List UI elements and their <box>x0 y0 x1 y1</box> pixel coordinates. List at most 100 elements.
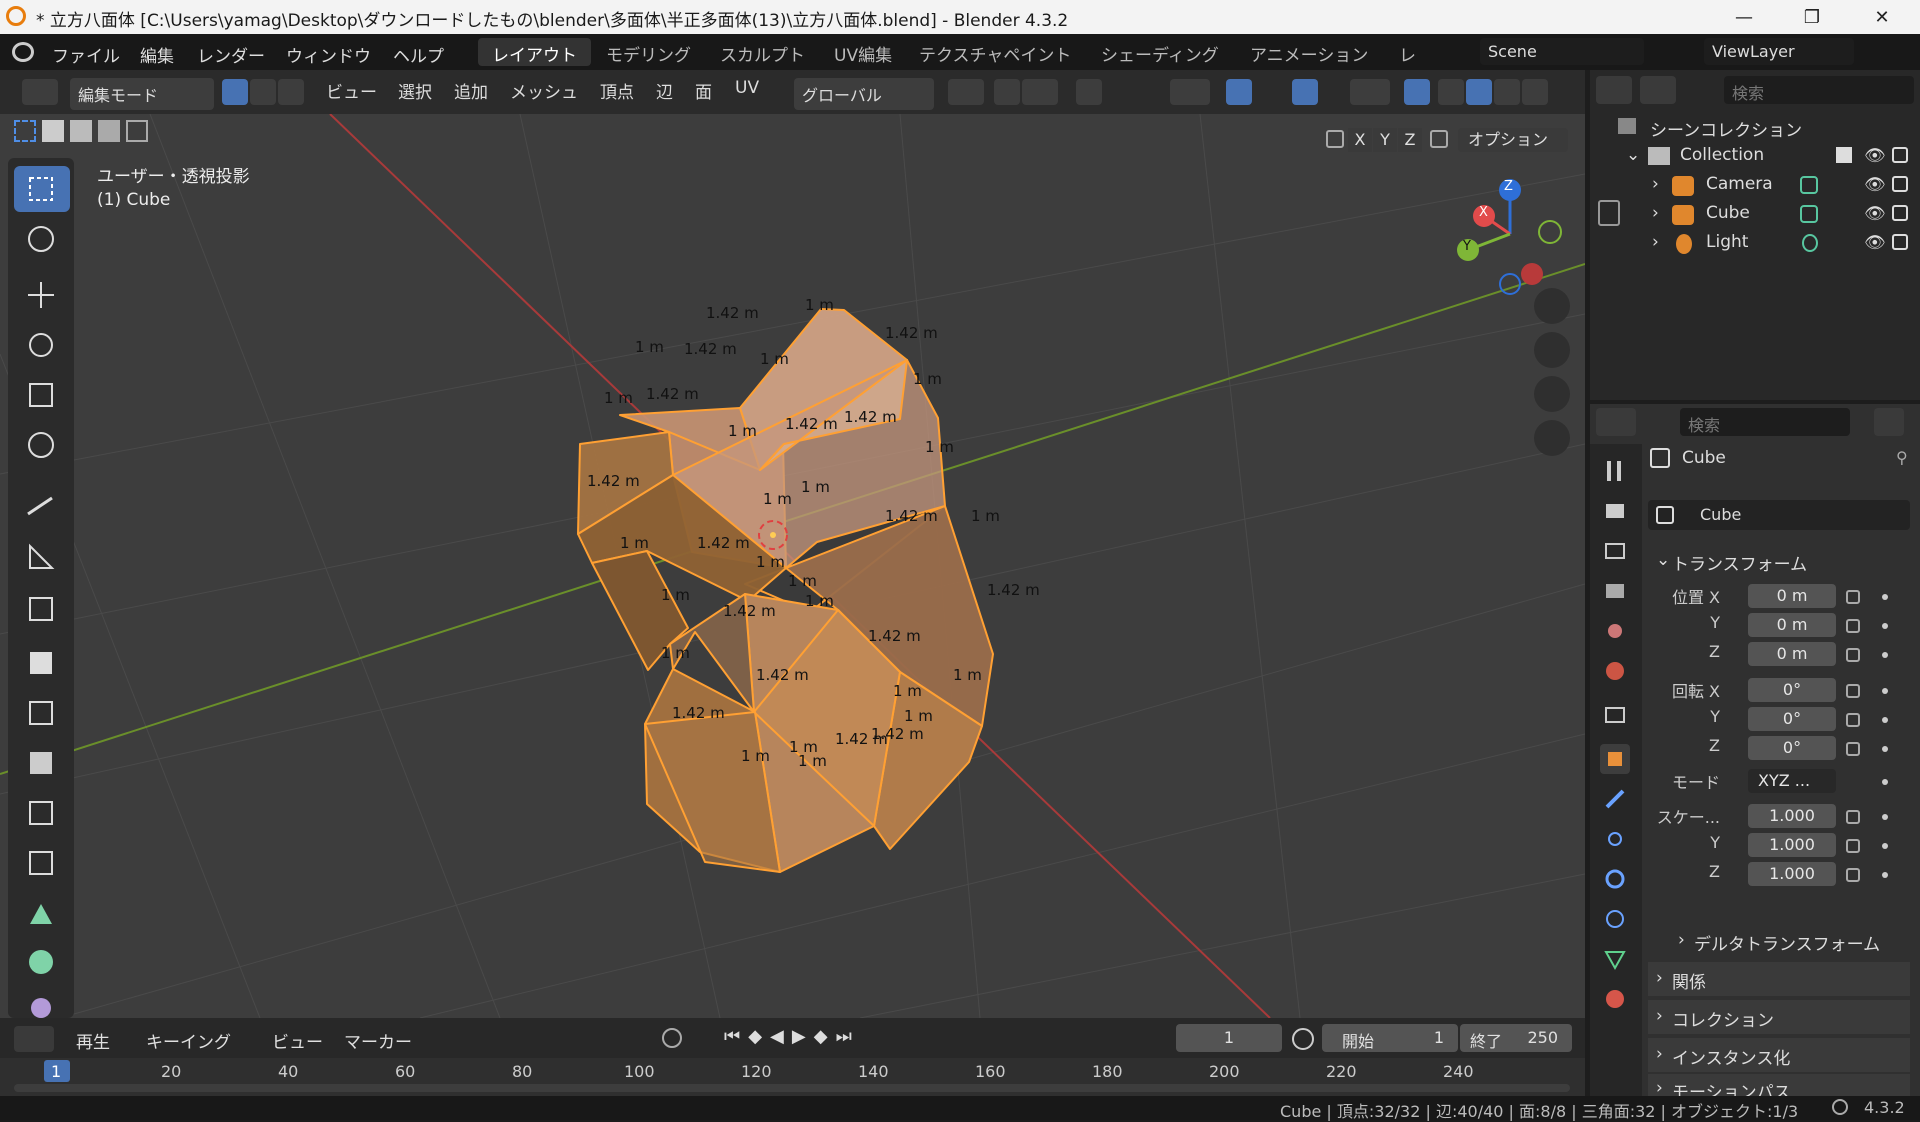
outliner-item-camera[interactable]: › Camera 👁 <box>1590 172 1920 201</box>
edge-select-icon[interactable] <box>250 79 276 105</box>
tool-tab-icon[interactable] <box>1600 456 1630 486</box>
menu-mesh[interactable]: メッシュ <box>510 78 578 106</box>
rotation-mode-select[interactable]: XYZ ... <box>1748 769 1836 793</box>
tab-shading[interactable]: シェーディング <box>1087 38 1233 66</box>
camera-view-icon[interactable] <box>1534 376 1570 412</box>
minimize-button[interactable]: — <box>1714 0 1774 34</box>
datablock-field[interactable]: Cube <box>1648 500 1910 530</box>
timeline-editor-type-icon[interactable] <box>14 1026 54 1052</box>
outliner-editor-type-icon[interactable] <box>1596 76 1632 104</box>
preview-range-clock-icon[interactable] <box>1292 1028 1314 1050</box>
keyframe-dot-icon[interactable] <box>1882 746 1888 752</box>
editor-type-icon[interactable] <box>22 79 58 105</box>
menu-window[interactable]: ウィンドウ <box>286 42 371 67</box>
rotation-x-field[interactable]: 0° <box>1748 678 1836 702</box>
end-frame-field[interactable]: 終了 250 <box>1460 1024 1572 1052</box>
menu-edit[interactable]: 編集 <box>140 42 174 67</box>
constraints-tab-icon[interactable] <box>1600 904 1630 934</box>
select-new-icon[interactable] <box>14 120 36 142</box>
select-subtract-icon[interactable] <box>70 120 92 142</box>
material-shading-icon[interactable] <box>1494 79 1520 105</box>
mesh-data-icon[interactable] <box>1800 205 1818 223</box>
motion-paths-section[interactable]: › モーションパス <box>1648 1074 1910 1096</box>
chevron-right-icon[interactable]: › <box>1652 203 1659 223</box>
face-select-icon[interactable] <box>278 79 304 105</box>
keyframe-dot-icon[interactable] <box>1882 717 1888 723</box>
tab-animation[interactable]: アニメーション <box>1236 38 1382 66</box>
tab-uv[interactable]: UV編集 <box>820 38 906 66</box>
close-button[interactable]: ✕ <box>1852 0 1912 34</box>
snap-target-icon[interactable] <box>1022 79 1058 105</box>
scene-collection-row[interactable]: シーンコレクション <box>1590 114 1920 143</box>
marker-menu[interactable]: マーカー <box>344 1028 412 1053</box>
eye-icon[interactable]: 👁 <box>1864 204 1886 224</box>
tab-modeling[interactable]: モデリング <box>592 38 705 66</box>
location-y-field[interactable]: 0 m <box>1748 613 1836 637</box>
scale-z-field[interactable]: 1.000 <box>1748 862 1836 886</box>
chevron-right-icon[interactable]: › <box>1652 174 1659 194</box>
solid-shading-icon[interactable] <box>1466 79 1492 105</box>
camera-render-icon[interactable] <box>1892 205 1908 221</box>
display-mode-icon[interactable] <box>1640 76 1676 104</box>
mirror-x-button[interactable]: X <box>1348 128 1372 152</box>
timeline-ruler[interactable]: 1 20 40 60 80 100 120 140 160 180 200 22… <box>0 1058 1585 1096</box>
keying-menu[interactable]: キーイング <box>146 1028 231 1053</box>
collection-row[interactable]: ⌄ Collection 👁 <box>1590 143 1920 172</box>
maximize-button[interactable]: ❐ <box>1782 0 1842 34</box>
wireframe-shading-icon[interactable] <box>1438 79 1464 105</box>
gizmo-toggle-icon[interactable] <box>1226 79 1252 105</box>
camera-render-icon[interactable] <box>1892 234 1908 250</box>
camera-render-icon[interactable] <box>1892 147 1908 163</box>
menu-view[interactable]: ビュー <box>326 78 377 106</box>
filter-icon[interactable] <box>1598 200 1620 226</box>
record-icon[interactable] <box>662 1028 682 1048</box>
keyframe-dot-icon[interactable] <box>1882 594 1888 600</box>
relations-section[interactable]: › 関係 <box>1648 962 1910 996</box>
light-data-icon[interactable] <box>1802 234 1818 252</box>
select-extend-icon[interactable] <box>42 120 64 142</box>
camera-data-icon[interactable] <box>1800 176 1818 194</box>
chevron-right-icon[interactable]: › <box>1652 232 1659 252</box>
lock-icon[interactable] <box>1846 619 1860 633</box>
tab-sculpt[interactable]: スカルプト <box>706 38 819 66</box>
lock-icon[interactable] <box>1846 713 1860 727</box>
rotation-z-field[interactable]: 0° <box>1748 736 1836 760</box>
include-checkbox[interactable] <box>1836 147 1852 163</box>
outliner-search-input[interactable]: 検索 <box>1724 76 1914 104</box>
props-editor-type-icon[interactable] <box>1596 408 1636 436</box>
mesh-data-tab-icon[interactable] <box>1600 944 1630 974</box>
auto-merge-icon[interactable] <box>1430 130 1448 148</box>
lock-icon[interactable] <box>1846 648 1860 662</box>
tab-more[interactable]: レ <box>1385 38 1430 66</box>
proportional-edit-icon[interactable] <box>1076 79 1102 105</box>
location-x-field[interactable]: 0 m <box>1748 584 1836 608</box>
menu-file[interactable]: ファイル <box>52 42 120 67</box>
scale-x-field[interactable]: 1.000 <box>1748 804 1836 828</box>
keyframe-dot-icon[interactable] <box>1882 652 1888 658</box>
material-tab-icon[interactable] <box>1600 984 1630 1014</box>
menu-render[interactable]: レンダー <box>197 42 265 67</box>
current-frame-field[interactable]: 1 <box>1176 1024 1282 1052</box>
rendered-shading-icon[interactable] <box>1522 79 1548 105</box>
mirror-icon[interactable] <box>1326 130 1344 148</box>
select-invert-icon[interactable] <box>98 120 120 142</box>
camera-render-icon[interactable] <box>1892 176 1908 192</box>
mirror-z-button[interactable]: Z <box>1398 128 1422 152</box>
scale-y-field[interactable]: 1.000 <box>1748 833 1836 857</box>
zoom-icon[interactable] <box>1534 288 1570 324</box>
menu-face[interactable]: 面 <box>695 78 712 106</box>
vertex-select-icon[interactable] <box>222 79 248 105</box>
xray-icon[interactable] <box>1350 79 1390 105</box>
pin-icon[interactable]: ⚲ <box>1896 448 1908 467</box>
snap-icon[interactable] <box>994 79 1020 105</box>
tab-texture-paint[interactable]: テクスチャペイント <box>905 38 1085 66</box>
menu-edge[interactable]: 辺 <box>656 78 673 106</box>
options-dropdown[interactable]: オプション <box>1458 128 1568 152</box>
menu-help[interactable]: ヘルプ <box>393 42 444 67</box>
props-search-input[interactable]: 検索 <box>1680 408 1850 436</box>
scene-selector[interactable]: Scene <box>1480 38 1644 65</box>
delta-transform-section[interactable]: › デルタトランスフォーム <box>1648 924 1910 958</box>
output-tab-icon[interactable] <box>1600 536 1630 566</box>
blender-menu-icon[interactable] <box>12 42 34 62</box>
menu-select[interactable]: 選択 <box>398 78 432 106</box>
